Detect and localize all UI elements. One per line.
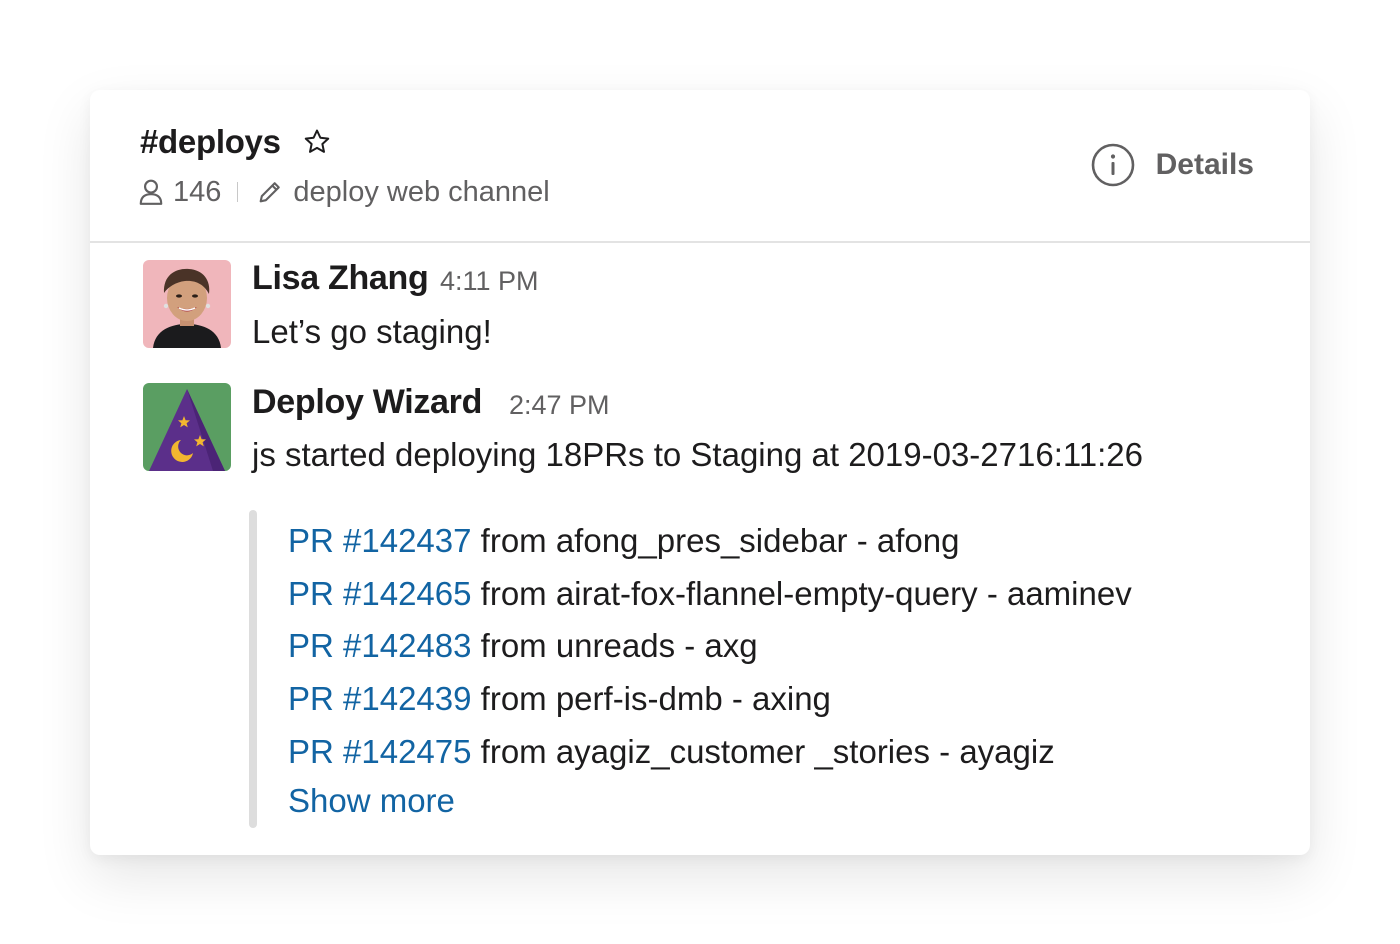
pr-link[interactable]: PR #142439: [288, 680, 471, 717]
star-icon[interactable]: [302, 127, 332, 157]
details-label: Details: [1155, 148, 1254, 181]
details-button[interactable]: Details: [1090, 142, 1254, 188]
pr-detail: from airat-fox-flannel-empty-query - aam…: [480, 575, 1132, 612]
pr-link[interactable]: PR #142475: [288, 733, 471, 770]
wizard-hat-icon: [143, 383, 231, 471]
message-text: Let’s go staging!: [252, 313, 492, 350]
pr-detail: from ayagiz_customer _stories - ayagiz: [480, 733, 1055, 770]
pr-detail: from perf-is-dmb - axing: [480, 680, 831, 717]
pr-detail: from unreads - axg: [480, 627, 758, 664]
avatar[interactable]: [143, 383, 231, 471]
message-timestamp[interactable]: 2:47 PM: [509, 385, 610, 425]
avatar[interactable]: [143, 260, 231, 348]
pr-detail: from afong_pres_sidebar - afong: [480, 522, 960, 559]
member-icon[interactable]: [138, 178, 164, 206]
message-author[interactable]: Deploy Wizard: [252, 382, 482, 422]
pr-item: PR #142483 from unreads - axg: [288, 626, 758, 666]
member-count[interactable]: 146: [173, 176, 221, 209]
message-timestamp[interactable]: 4:11 PM: [440, 261, 539, 301]
message-text: js started deploying 18PRs to Staging at…: [252, 436, 1143, 473]
pr-link[interactable]: PR #142465: [288, 575, 471, 612]
user-photo-icon: [143, 260, 231, 348]
pencil-icon[interactable]: [256, 178, 284, 206]
message-author[interactable]: Lisa Zhang: [252, 258, 429, 298]
pr-item: PR #142465 from airat-fox-flannel-empty-…: [288, 574, 1132, 614]
deploy-attachment: PR #142437 from afong_pres_sidebar - afo…: [249, 510, 1249, 832]
pr-link[interactable]: PR #142437: [288, 522, 471, 559]
channel-meta: 146 deploy web channel: [138, 172, 550, 212]
pr-item: PR #142439 from perf-is-dmb - axing: [288, 679, 831, 719]
channel-card: #deploys 146 deploy web channel Details …: [90, 90, 1310, 855]
attachment-bar: [249, 510, 257, 828]
show-more-link[interactable]: Show more: [288, 781, 455, 821]
pr-item: PR #142475 from ayagiz_customer _stories…: [288, 732, 1055, 772]
channel-topic[interactable]: deploy web channel: [293, 176, 549, 209]
info-icon: [1091, 143, 1134, 187]
channel-header: #deploys 146 deploy web channel Details: [90, 90, 1310, 243]
meta-divider: [237, 182, 239, 202]
channel-name[interactable]: #deploys: [140, 120, 281, 164]
pr-item: PR #142437 from afong_pres_sidebar - afo…: [288, 521, 959, 561]
pr-link[interactable]: PR #142483: [288, 627, 471, 664]
